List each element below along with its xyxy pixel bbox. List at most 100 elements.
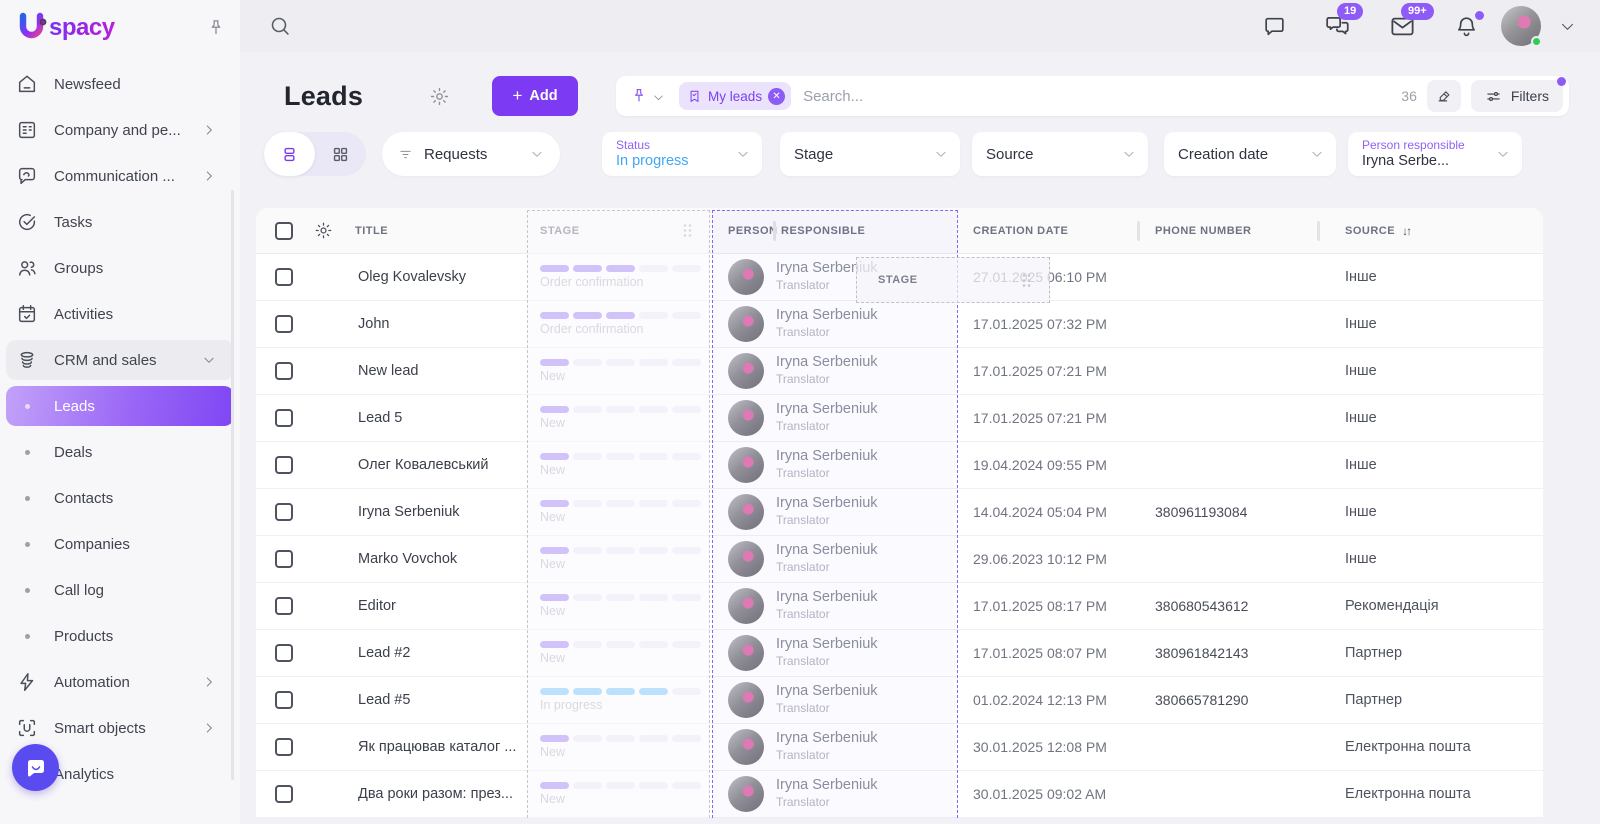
my-leads-filter-chip[interactable]: My leads ✕	[679, 82, 791, 110]
sidebar-item-products[interactable]: Products	[6, 616, 234, 656]
person-name[interactable]: Iryna Serbeniuk	[776, 542, 878, 559]
lead-title[interactable]: Lead #5	[358, 692, 410, 708]
stage-cell[interactable]: New	[520, 348, 710, 394]
lead-title[interactable]: Олег Ковалевський	[358, 457, 489, 473]
sidebar-item-automation[interactable]: Automation	[6, 662, 234, 702]
person-name[interactable]: Iryna Serbeniuk	[776, 495, 878, 512]
table-settings-gear-icon[interactable]	[314, 221, 333, 240]
mail-icon[interactable]: 99+	[1389, 13, 1416, 40]
add-lead-button[interactable]: + Add	[492, 76, 578, 116]
sidebar-item-activities[interactable]: Activities	[6, 294, 234, 334]
column-header-creation-date[interactable]: CREATION DATE	[973, 225, 1068, 237]
column-separator[interactable]	[1137, 221, 1140, 241]
sidebar-item-leads[interactable]: Leads	[6, 386, 234, 426]
global-search-icon[interactable]	[268, 14, 292, 38]
sidebar-item-companies[interactable]: Companies	[6, 524, 234, 564]
requests-dropdown[interactable]: Requests	[382, 132, 560, 176]
comments-icon[interactable]	[1262, 14, 1287, 39]
table-row[interactable]: John Order confirmation Iryna	[256, 301, 1543, 348]
stage-cell[interactable]: Order confirmation	[520, 301, 710, 347]
person-responsible-filter[interactable]: Person responsible Iryna Serbe...	[1348, 132, 1522, 176]
lead-title[interactable]: Lead #2	[358, 645, 410, 661]
stage-cell[interactable]: New	[520, 724, 710, 770]
pin-filter-icon[interactable]	[630, 87, 648, 105]
stage-cell[interactable]: In progress	[520, 677, 710, 723]
row-checkbox[interactable]	[275, 409, 293, 427]
column-separator[interactable]	[1317, 221, 1320, 241]
sidebar-item-communication[interactable]: Communication ...	[6, 156, 234, 196]
person-name[interactable]: Iryna Serbeniuk	[776, 448, 878, 465]
user-avatar[interactable]	[1501, 6, 1541, 46]
column-header-source[interactable]: SOURCE	[1345, 225, 1395, 237]
filters-button[interactable]: Filters	[1471, 80, 1563, 112]
sidebar-pin-icon[interactable]	[206, 18, 226, 38]
chats-icon[interactable]: 19	[1325, 13, 1351, 39]
table-row[interactable]: Marko Vovchok New Iryna Serbe	[256, 536, 1543, 583]
row-checkbox[interactable]	[275, 268, 293, 286]
stage-filter[interactable]: Stage	[780, 132, 960, 176]
table-row[interactable]: Два роки разом: през... New I	[256, 771, 1543, 818]
stage-cell[interactable]: New	[520, 442, 710, 488]
person-name[interactable]: Iryna Serbeniuk	[776, 307, 878, 324]
lead-title[interactable]: John	[358, 316, 389, 332]
lead-title[interactable]: Як працював каталог ...	[358, 739, 516, 755]
row-checkbox[interactable]	[275, 738, 293, 756]
status-filter[interactable]: Status In progress	[602, 132, 762, 176]
select-all-checkbox[interactable]	[275, 222, 293, 240]
creation-date-filter[interactable]: Creation date	[1164, 132, 1336, 176]
stage-cell[interactable]: New	[520, 630, 710, 676]
stage-cell[interactable]: New	[520, 489, 710, 535]
table-row[interactable]: Олег Ковалевський New Iryna S	[256, 442, 1543, 489]
table-row[interactable]: Lead 5 New Iryna Serbeniuk	[256, 395, 1543, 442]
row-checkbox[interactable]	[275, 550, 293, 568]
kanban-view-button[interactable]	[315, 132, 366, 176]
sidebar-item-company[interactable]: Company and pe...	[6, 110, 234, 150]
person-name[interactable]: Iryna Serbeniuk	[776, 589, 878, 606]
stage-cell[interactable]: New	[520, 536, 710, 582]
person-name[interactable]: Iryna Serbeniuk	[776, 730, 878, 747]
sidebar-item-contacts[interactable]: Contacts	[6, 478, 234, 518]
row-checkbox[interactable]	[275, 315, 293, 333]
source-filter[interactable]: Source	[972, 132, 1148, 176]
lead-title[interactable]: Editor	[358, 598, 396, 614]
lead-title[interactable]: Два роки разом: през...	[358, 786, 513, 802]
person-name[interactable]: Iryna Serbeniuk	[776, 777, 878, 794]
lead-title[interactable]: Lead 5	[358, 410, 402, 426]
sidebar-item-deals[interactable]: Deals	[6, 432, 234, 472]
sidebar-item-call-log[interactable]: Call log	[6, 570, 234, 610]
person-name[interactable]: Iryna Serbeniuk	[776, 683, 878, 700]
row-checkbox[interactable]	[275, 691, 293, 709]
pin-chevron-down-icon[interactable]	[652, 91, 665, 104]
row-checkbox[interactable]	[275, 503, 293, 521]
table-row[interactable]: Lead #5 In progress Iryna Ser	[256, 677, 1543, 724]
row-checkbox[interactable]	[275, 597, 293, 615]
table-row[interactable]: Lead #2 New Iryna Serbeniuk	[256, 630, 1543, 677]
row-checkbox[interactable]	[275, 785, 293, 803]
sidebar-scrollbar[interactable]	[231, 190, 234, 780]
table-row[interactable]: Editor New Iryna Serbeniuk	[256, 583, 1543, 630]
sidebar-item-newsfeed[interactable]: Newsfeed	[6, 64, 234, 104]
table-row[interactable]: Як працював каталог ... New I	[256, 724, 1543, 771]
person-name[interactable]: Iryna Serbeniuk	[776, 401, 878, 418]
stage-cell[interactable]: New	[520, 583, 710, 629]
sidebar-item-smart-objects[interactable]: Smart objects	[6, 708, 234, 748]
lead-title[interactable]: Oleg Kovalevsky	[358, 269, 466, 285]
column-header-phone[interactable]: PHONE NUMBER	[1155, 225, 1251, 237]
sidebar-item-crm[interactable]: CRM and sales	[6, 340, 234, 380]
row-checkbox[interactable]	[275, 456, 293, 474]
search-bar[interactable]: My leads ✕ 36 Filters	[616, 76, 1569, 116]
stage-cell[interactable]: Order confirmation	[520, 254, 710, 300]
sidebar-item-tasks[interactable]: Tasks	[6, 202, 234, 242]
table-row[interactable]: Iryna Serbeniuk New Iryna Ser	[256, 489, 1543, 536]
lead-title[interactable]: Marko Vovchok	[358, 551, 457, 567]
person-name[interactable]: Iryna Serbeniuk	[776, 636, 878, 653]
clear-search-eraser-icon[interactable]	[1427, 80, 1461, 112]
column-header-person[interactable]: PERSON RESPONSIBLE	[728, 225, 865, 237]
sidebar-item-groups[interactable]: Groups	[6, 248, 234, 288]
stage-cell[interactable]: New	[520, 395, 710, 441]
notifications-bell-icon[interactable]	[1454, 14, 1479, 39]
lead-title[interactable]: New lead	[358, 363, 418, 379]
profile-chevron-down-icon[interactable]	[1559, 18, 1576, 35]
row-checkbox[interactable]	[275, 644, 293, 662]
column-header-title[interactable]: TITLE	[355, 225, 388, 237]
